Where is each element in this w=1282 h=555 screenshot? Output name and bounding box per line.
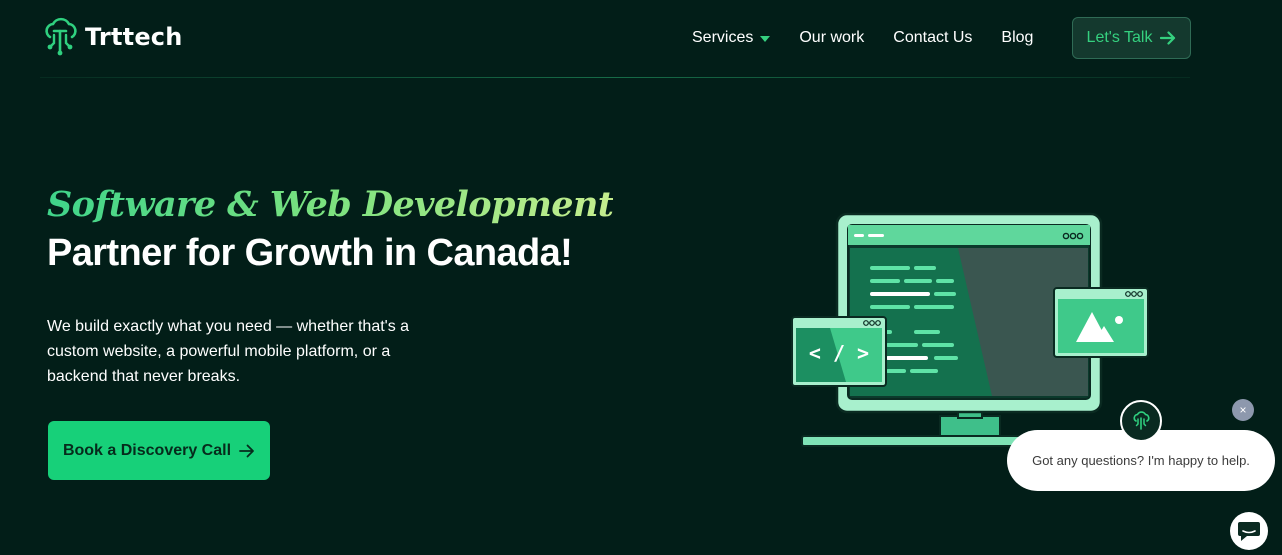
nav-item-contact-us[interactable]: Contact Us <box>893 29 972 47</box>
nav-item-our-work[interactable]: Our work <box>799 29 864 47</box>
close-icon: × <box>1239 403 1247 417</box>
computer-illustration: < / > <box>791 212 1149 447</box>
book-discovery-call-button[interactable]: Book a Discovery Call <box>48 421 270 480</box>
logo[interactable]: Trttech <box>38 14 183 60</box>
logo-text: Trttech <box>85 23 183 51</box>
chat-icon <box>1238 522 1260 541</box>
svg-text:< / >: < / > <box>809 341 869 365</box>
hero-title: Partner for Growth in Canada! <box>47 232 573 274</box>
nav-item-services[interactable]: Services <box>692 29 771 47</box>
nav-item-label: Services <box>692 29 754 46</box>
tree-circuit-logo-icon <box>45 17 77 56</box>
lets-talk-label: Let's Talk <box>1086 29 1153 46</box>
chat-message: Got any questions? I'm happy to help. <box>1032 453 1250 468</box>
main-nav: Services Our work Contact Us Blog <box>692 17 1062 59</box>
chat-launcher-button[interactable] <box>1230 512 1268 550</box>
hero-description: We build exactly what you need — whether… <box>47 318 410 385</box>
code-window-icon: < / > <box>791 316 887 387</box>
arrow-right-icon <box>239 444 254 457</box>
chat-avatar <box>1120 400 1162 442</box>
image-window-icon <box>1053 287 1149 358</box>
cta-label: Book a Discovery Call <box>62 441 232 459</box>
chat-close-button[interactable]: × <box>1232 399 1254 421</box>
nav-item-blog[interactable]: Blog <box>1001 29 1033 47</box>
tree-circuit-logo-icon <box>1133 411 1150 430</box>
hero-title-highlight: Software & Web Development <box>47 184 614 225</box>
header-divider <box>40 77 1190 78</box>
site-header: Trttech Services Our work Contact Us Blo… <box>0 0 1282 78</box>
lets-talk-button[interactable]: Let's Talk <box>1072 17 1191 59</box>
caret-down-icon <box>760 36 771 42</box>
arrow-right-icon <box>1160 31 1176 45</box>
